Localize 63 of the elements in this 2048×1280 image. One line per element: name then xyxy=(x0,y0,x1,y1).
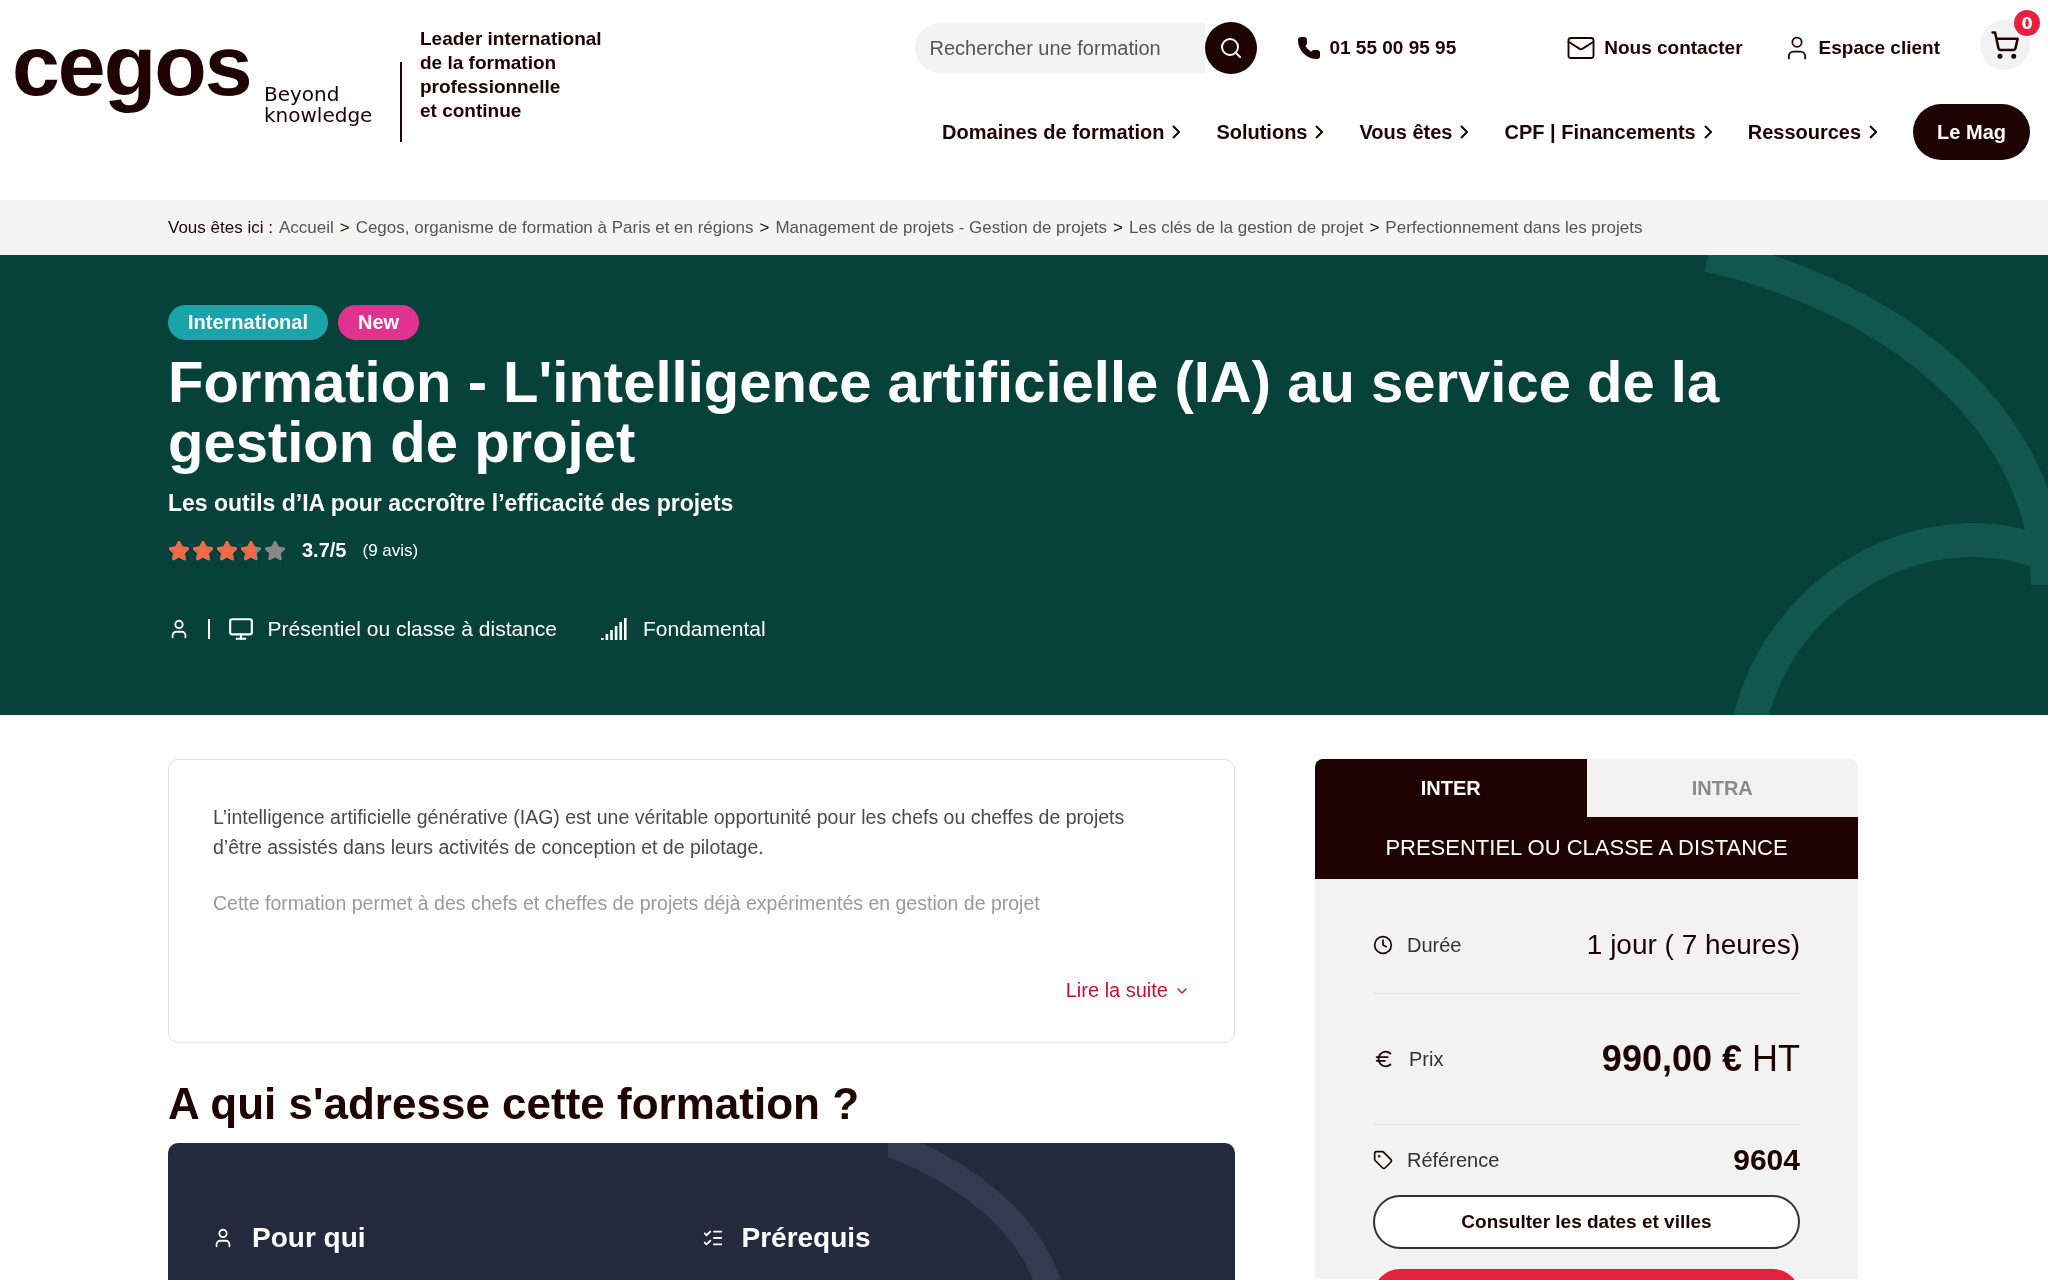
nav-menu-item[interactable]: Domaines de formation xyxy=(942,120,1181,144)
course-title: Formation - L'intelligence artificielle (IA) au service de la gestion de projet xyxy=(168,352,1721,472)
breadcrumb-link[interactable]: Perfectionnement dans les projets xyxy=(1385,217,1643,238)
description-text: L’intelligence artificielle générative (IAG) est une véritable opportunité pour les chefs ou cheffes de projets d’être assistés dans leurs activités de conception et de pilotage. xyxy=(213,805,1126,860)
search-icon xyxy=(1219,36,1244,60)
mode-banner: PRESENTIEL OU CLASSE A DISTANCE xyxy=(1315,817,1858,879)
phone-icon xyxy=(1297,36,1322,60)
column-heading: Pour qui xyxy=(252,1222,366,1254)
chevron-right-icon xyxy=(1703,125,1712,139)
cart-icon xyxy=(1990,30,2020,60)
description-text: Cette formation permet à des chefs et cheffes de projets déjà expérimentés en gestion de projet xyxy=(213,891,1041,916)
breadcrumb-link[interactable]: Accueil xyxy=(278,217,334,238)
signal-bars-icon xyxy=(601,618,629,640)
tag-label: International xyxy=(168,305,328,340)
clock-icon xyxy=(1373,935,1393,955)
nav-menu-item[interactable]: Ressources xyxy=(1747,120,1878,144)
level-text: Fondamental xyxy=(643,617,766,641)
column-heading: Prérequis xyxy=(741,1222,871,1254)
breadcrumb-link[interactable]: Les clés de la gestion de projet xyxy=(1129,217,1364,238)
breadcrumb-separator: > xyxy=(759,217,770,238)
modality-text: Présentiel ou classe à distance xyxy=(267,617,557,641)
chevron-right-icon xyxy=(1460,125,1469,139)
detail-value: 990,00 € HT xyxy=(1601,1038,1800,1080)
contact-link[interactable]: Nous contacter xyxy=(1566,33,1743,63)
tag-label: New xyxy=(338,305,420,340)
cart-count-badge: 0 xyxy=(2014,10,2040,36)
star-icon xyxy=(264,539,286,562)
course-subtitle: Les outils d’IA pour accroître l’efficacité des projets xyxy=(168,490,735,517)
read-more-link[interactable]: Lire la suite xyxy=(1065,979,1190,1002)
detail-label: Référence xyxy=(1407,1148,1500,1172)
phone-link[interactable]: 01 55 00 95 95 xyxy=(1297,36,1457,60)
mag-button[interactable]: Le Mag xyxy=(1913,104,2030,160)
chevron-right-icon xyxy=(1315,125,1324,139)
slogan-text: Leader international de la formation professionnelle et continue xyxy=(420,27,602,123)
breadcrumb-separator: > xyxy=(1113,217,1124,238)
search-field[interactable]: Rechercher une formation xyxy=(915,23,1206,73)
star-icon xyxy=(168,539,190,562)
breadcrumb-link[interactable]: Management de projets - Gestion de projets xyxy=(775,217,1108,238)
chevron-right-icon xyxy=(1172,125,1181,139)
detail-value: 9604 xyxy=(1733,1143,1800,1177)
nav-menu-item[interactable]: CPF | Financements xyxy=(1504,120,1712,144)
rating-score: 3.7/5 xyxy=(302,539,347,562)
breadcrumb-separator: > xyxy=(1369,217,1380,238)
search-button[interactable] xyxy=(1205,22,1258,74)
star-icon xyxy=(240,539,262,562)
dates-button[interactable]: Consulter les dates et villes xyxy=(1373,1195,1800,1249)
detail-label: Prix xyxy=(1409,1047,1444,1071)
detail-value: 1 jour ( 7 heures) xyxy=(1586,929,1800,961)
breadcrumb-link[interactable]: Cegos, organisme de formation à Paris et en régions xyxy=(355,217,754,238)
detail-label: Durée xyxy=(1407,933,1462,957)
offer-tab[interactable]: INTER xyxy=(1315,759,1587,817)
star-icon xyxy=(216,539,238,562)
nav-menu-item[interactable]: Vous êtes xyxy=(1359,120,1469,144)
star-icon xyxy=(192,539,214,562)
chevron-right-icon xyxy=(1869,125,1878,139)
breadcrumb-label: Vous êtes ici : xyxy=(168,217,273,238)
tag-icon xyxy=(1373,1150,1393,1170)
review-count: (9 avis) xyxy=(362,540,419,561)
account-link[interactable]: Espace client xyxy=(1782,34,1940,62)
section-heading: A qui s'adresse cette formation ? xyxy=(168,1079,860,1129)
breadcrumb-separator: > xyxy=(339,217,350,238)
monitor-icon xyxy=(227,616,254,642)
nav-menu-item[interactable]: Solutions xyxy=(1216,120,1324,144)
